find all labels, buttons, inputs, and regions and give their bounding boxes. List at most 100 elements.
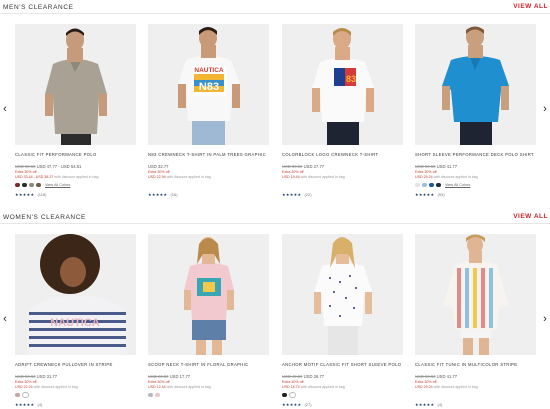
color-swatches	[148, 392, 160, 398]
product-card[interactable]: NAUTICA N83 N83 CREWNECK T-SHIRT IN PALM…	[148, 24, 269, 204]
product-name[interactable]: SHORT SLEEVE PERFORMANCE DECK POLO SHIRT	[415, 152, 534, 157]
price-row: USD 32.77	[148, 164, 168, 169]
promo-note: with discount applied in bag	[33, 385, 78, 389]
color-swatch[interactable]	[36, 182, 41, 188]
view-all-link[interactable]: VIEW ALL	[513, 3, 548, 10]
product-card[interactable]: CLASSIC FIT TUNIC IN MULTICOLOR STRIPE U…	[415, 234, 536, 409]
carousel-next-arrow[interactable]: ›	[540, 102, 550, 116]
view-all-colors-link[interactable]: View All Colors	[45, 183, 70, 187]
color-swatch[interactable]	[422, 182, 427, 188]
mens-clearance-section: MEN'S CLEARANCE VIEW ALL ‹ › CLASSIC FIT…	[0, 0, 550, 210]
color-swatch[interactable]	[15, 182, 20, 188]
color-swatch[interactable]	[22, 182, 27, 188]
product-image[interactable]	[415, 24, 536, 145]
product-card[interactable]: SHORT SLEEVE PERFORMANCE DECK POLO SHIRT…	[415, 24, 536, 204]
color-swatch[interactable]	[436, 182, 441, 188]
rating-count: (4)	[437, 402, 443, 407]
rating[interactable]: ★★★★★ (93)	[415, 192, 445, 197]
section-title: WOMEN'S CLEARANCE	[3, 214, 86, 221]
rating[interactable]: ★★★★★ (4)	[15, 402, 42, 407]
view-all-link[interactable]: VIEW ALL	[513, 213, 548, 220]
product-image[interactable]	[415, 234, 536, 355]
promo-price: USD 18.74	[282, 385, 300, 389]
rating[interactable]: ★★★★★ (16)	[148, 192, 178, 197]
product-image[interactable]: NAUTICA N83	[148, 24, 269, 145]
promo-label: Extra 30% off	[148, 170, 170, 174]
product-name[interactable]: N83 CREWNECK T-SHIRT IN PALM TREES GRAPH…	[148, 152, 266, 157]
original-price: USD 69.50	[15, 164, 36, 169]
color-swatch[interactable]	[15, 392, 20, 398]
model-photo: NAUTICA N83	[148, 24, 269, 145]
product-image[interactable]	[282, 234, 403, 355]
promo-price: USD 29.24	[415, 385, 433, 389]
product-name[interactable]: ANCHOR MOTIF CLASSIC FIT SHORT SLEEVE PO…	[282, 362, 401, 367]
rating[interactable]: ★★★★★ (27)	[282, 402, 312, 407]
color-swatch[interactable]	[429, 182, 434, 188]
promo-price: USD 19.44	[282, 175, 300, 179]
product-image[interactable]	[15, 24, 136, 145]
color-swatch[interactable]	[22, 391, 29, 399]
promo-price: USD 33.44 - USD 38.37	[15, 175, 54, 179]
product-card[interactable]: 83 COLORBLOCK LOGO CREWNECK T-SHIRT USD …	[282, 24, 403, 204]
original-price: USD 39.50	[282, 164, 303, 169]
section-title: MEN'S CLEARANCE	[3, 4, 74, 11]
product-name[interactable]: CLASSIC FIT TUNIC IN MULTICOLOR STRIPE	[415, 362, 517, 367]
rating[interactable]: ★★★★★ (4)	[415, 402, 442, 407]
promo-note: with discount applied in bag	[166, 385, 211, 389]
product-image[interactable]: NAUTICA	[15, 234, 136, 355]
product-card[interactable]: ANCHOR MOTIF CLASSIC FIT SHORT SLEEVE PO…	[282, 234, 403, 409]
price-row: USD 39.50 USD 27.77	[282, 164, 324, 169]
section-divider	[0, 223, 550, 224]
product-card[interactable]: NAUTICA ADRIFT CREWNECK PULLOVER IN STRI…	[15, 234, 136, 409]
product-name[interactable]: CLASSIC FIT PERFORMANCE POLO	[15, 152, 97, 157]
promo-text: Extra 30% off USD 33.44 - USD 38.37 with…	[15, 170, 99, 180]
product-card[interactable]: CLASSIC FIT PERFORMANCE POLO USD 69.50 U…	[15, 24, 136, 204]
promo-text: Extra 30% off USD 22.94 with discount ap…	[148, 170, 211, 180]
rating[interactable]: ★★★★★ (118)	[15, 192, 46, 197]
promo-text: Extra 30% off USD 29.24 with discount ap…	[415, 170, 478, 180]
rating-stars: ★★★★★	[415, 402, 435, 407]
original-price: USD 59.50	[415, 164, 436, 169]
color-swatches: View All Colors	[415, 182, 470, 188]
product-name[interactable]: COLORBLOCK LOGO CREWNECK T-SHIRT	[282, 152, 378, 157]
sale-price: USD 41.77	[436, 164, 458, 169]
promo-note: with discount applied in bag	[433, 175, 478, 179]
sale-price: USD 32.77	[148, 164, 169, 169]
promo-label: Extra 30% off	[15, 170, 37, 174]
color-swatch[interactable]	[282, 392, 287, 398]
color-swatch[interactable]	[148, 392, 153, 398]
color-swatch[interactable]	[155, 392, 160, 398]
promo-note: with discount applied in bag	[300, 385, 345, 389]
promo-label: Extra 30% off	[282, 170, 304, 174]
rating[interactable]: ★★★★★ (22)	[282, 192, 312, 197]
price-row: USD 69.50 USD 41.77	[415, 374, 457, 379]
model-photo: NAUTICA	[15, 234, 136, 355]
product-card[interactable]: SCOOP NECK T-SHIRT IN FLORAL GRAPHIC USD…	[148, 234, 269, 409]
rating-stars: ★★★★★	[15, 192, 35, 197]
promo-note: with discount applied in bag	[300, 175, 345, 179]
view-all-colors-link[interactable]: View All Colors	[445, 183, 470, 187]
rating-stars: ★★★★★	[282, 402, 302, 407]
price-row: USD 59.50 USD 31.77	[15, 374, 57, 379]
promo-price: USD 22.24	[15, 385, 33, 389]
rating-count: (93)	[437, 192, 445, 197]
product-name[interactable]: ADRIFT CREWNECK PULLOVER IN STRIPE	[15, 362, 113, 367]
section-header: WOMEN'S CLEARANCE VIEW ALL	[0, 210, 550, 226]
model-photo	[282, 234, 403, 355]
color-swatch[interactable]	[415, 182, 420, 188]
carousel-next-arrow[interactable]: ›	[540, 312, 550, 326]
carousel-prev-arrow[interactable]: ‹	[0, 102, 10, 116]
promo-label: Extra 30% off	[415, 170, 437, 174]
promo-text: Extra 30% off USD 22.24 with discount ap…	[15, 380, 78, 390]
color-swatch[interactable]	[29, 182, 34, 188]
rating-count: (118)	[37, 192, 47, 197]
product-image[interactable]: 83	[282, 24, 403, 145]
carousel-prev-arrow[interactable]: ‹	[0, 312, 10, 326]
original-price: USD 59.50	[15, 374, 36, 379]
product-name[interactable]: SCOOP NECK T-SHIRT IN FLORAL GRAPHIC	[148, 362, 249, 367]
color-swatch[interactable]	[289, 391, 296, 399]
promo-price: USD 29.24	[415, 175, 433, 179]
price-row: USD 69.50 USD 47.77 - USD 54.81	[15, 164, 81, 169]
promo-text: Extra 30% off USD 12.44 with discount ap…	[148, 380, 211, 390]
product-image[interactable]	[148, 234, 269, 355]
